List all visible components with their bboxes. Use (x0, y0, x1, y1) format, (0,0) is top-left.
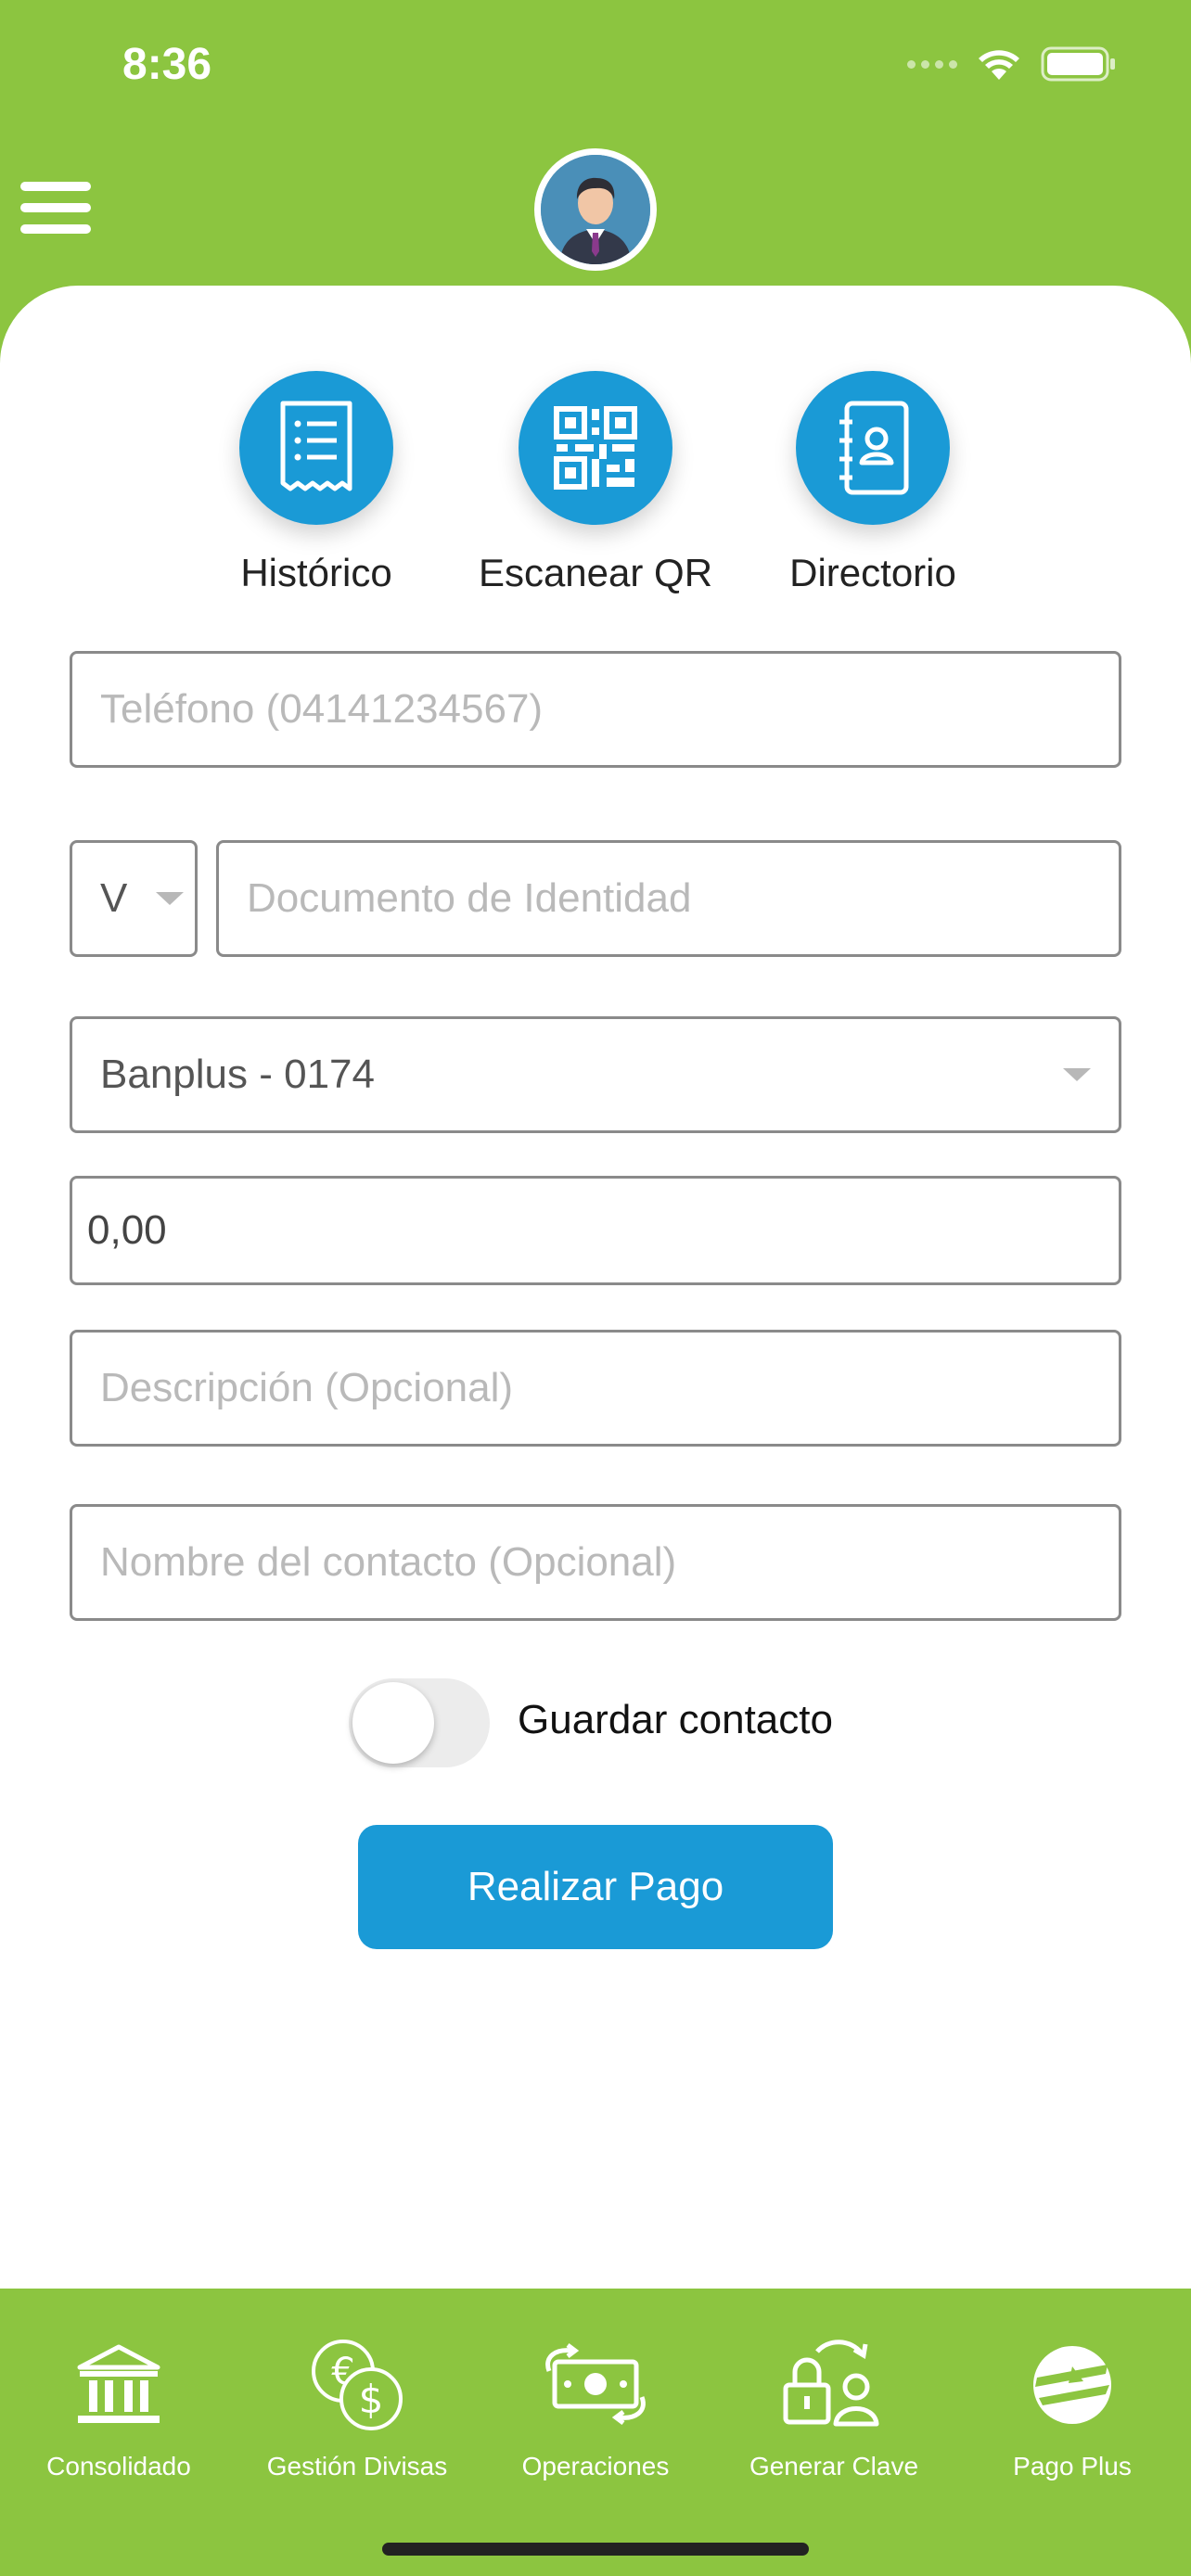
nav-gestion-divisas-label: Gestión Divisas (266, 2452, 448, 2480)
cash-transfer-icon (545, 2343, 646, 2425)
directorio-button[interactable]: Directorio (724, 371, 1021, 595)
bank-value: Banplus - 0174 (100, 1052, 375, 1097)
contact-name-field[interactable] (70, 1504, 1121, 1621)
description-input[interactable] (100, 1365, 1091, 1411)
nav-operaciones[interactable]: Operaciones (477, 2329, 714, 2481)
contacts-book-icon (839, 401, 909, 495)
historico-button[interactable]: Histórico (168, 371, 465, 595)
bank-select[interactable]: Banplus - 0174 (70, 1016, 1121, 1133)
id-type-value: V (100, 875, 128, 921)
signal-icon (907, 59, 957, 69)
contact-name-input[interactable] (100, 1539, 1091, 1586)
receipt-list-icon (280, 401, 352, 491)
chevron-down-icon (156, 892, 184, 905)
nav-pago-plus[interactable]: Pago Plus (954, 2329, 1191, 2481)
chevron-down-icon (1063, 1068, 1091, 1081)
description-field[interactable] (70, 1330, 1121, 1447)
wifi-icon (979, 50, 1019, 80)
id-type-select[interactable]: V (70, 840, 198, 957)
amount-value: 0,00 (87, 1207, 167, 1253)
svg-text:$: $ (359, 2377, 384, 2422)
battery-icon (1041, 46, 1115, 82)
home-indicator (382, 2543, 809, 2556)
bottom-nav: Consolidado € $ Gestión Divisas Operacio… (0, 2289, 1191, 2576)
payment-card: Histórico Escanear QR Directorio (0, 286, 1191, 2289)
save-contact-toggle[interactable] (349, 1678, 490, 1767)
lock-user-icon (783, 2340, 879, 2427)
avatar[interactable] (534, 148, 657, 271)
nav-generar-clave-label: Generar Clave (749, 2452, 919, 2480)
phone-input[interactable] (100, 686, 1091, 733)
phone-field[interactable] (70, 651, 1121, 768)
nav-gestion-divisas[interactable]: € $ Gestión Divisas (238, 2329, 476, 2481)
menu-icon[interactable] (20, 182, 91, 234)
nav-consolidado-label: Consolidado (46, 2452, 191, 2480)
nav-consolidado[interactable]: Consolidado (0, 2329, 237, 2481)
scan-qr-label: Escanear QR (478, 551, 713, 594)
id-document-field[interactable] (216, 840, 1121, 957)
pago-plus-icon (1033, 2346, 1111, 2424)
user-avatar-icon (541, 155, 650, 264)
qr-code-icon (554, 406, 637, 490)
bank-icon (77, 2344, 160, 2423)
status-time: 8:36 (122, 40, 212, 89)
toggle-knob (352, 1682, 434, 1764)
currency-exchange-icon: € $ (312, 2340, 403, 2430)
realizar-pago-button[interactable]: Realizar Pago (358, 1825, 833, 1949)
status-icons (907, 46, 1117, 82)
scan-qr-button[interactable]: Escanear QR (447, 371, 744, 595)
nav-generar-clave[interactable]: Generar Clave (715, 2329, 953, 2481)
historico-label: Histórico (240, 551, 392, 594)
nav-pago-plus-label: Pago Plus (1013, 2452, 1132, 2480)
directorio-label: Directorio (789, 551, 956, 594)
save-contact-label: Guardar contacto (518, 1697, 833, 1742)
id-document-input[interactable] (247, 875, 1091, 922)
amount-field[interactable]: 0,00 (70, 1176, 1121, 1285)
nav-operaciones-label: Operaciones (521, 2452, 670, 2480)
